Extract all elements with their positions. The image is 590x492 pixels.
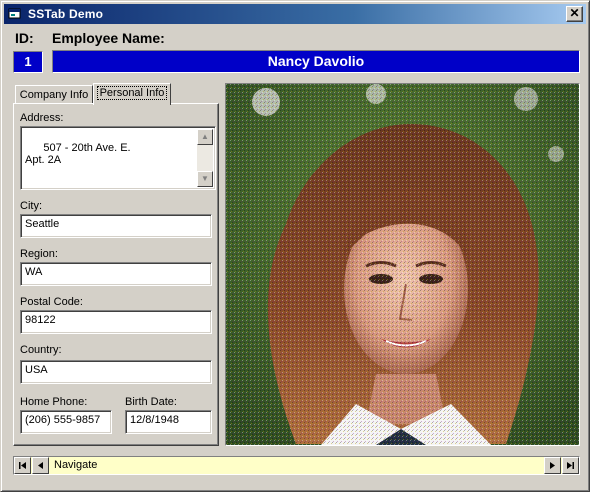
window-title: SSTab Demo <box>28 7 104 21</box>
home-phone-label: Home Phone: <box>20 396 88 408</box>
tab-company-info[interactable]: Company Info <box>15 85 93 105</box>
employee-photo-image <box>226 84 579 445</box>
personal-info-panel: Address: 507 - 20th Ave. E. Apt. 2A ▲ ▼ … <box>13 103 219 446</box>
city-label: City: <box>20 200 42 212</box>
next-record-icon <box>550 462 555 469</box>
previous-record-icon <box>38 462 43 469</box>
tab-personal-info-label: Personal Info <box>96 86 168 100</box>
scroll-down-icon[interactable]: ▼ <box>197 171 213 187</box>
employee-name-label: Employee Name: <box>52 30 165 46</box>
previous-record-button[interactable] <box>32 457 49 474</box>
tab-personal-info[interactable]: Personal Info <box>93 83 171 105</box>
employee-name-value: Nancy Davolio <box>52 50 580 73</box>
next-record-button[interactable] <box>544 457 561 474</box>
id-value: 1 <box>13 51 43 73</box>
navigator-caption: Navigate <box>54 459 98 471</box>
id-label: ID: <box>15 30 34 46</box>
tab-company-info-label: Company Info <box>19 89 89 101</box>
last-record-button[interactable] <box>562 457 579 474</box>
address-label: Address: <box>20 112 64 124</box>
country-label: Country: <box>20 344 62 356</box>
birth-date-field[interactable]: 12/8/1948 <box>125 410 212 434</box>
region-field[interactable]: WA <box>20 262 212 286</box>
scroll-up-icon[interactable]: ▲ <box>197 129 213 145</box>
region-label: Region: <box>20 248 58 260</box>
address-textarea[interactable]: 507 - 20th Ave. E. Apt. 2A ▲ ▼ <box>20 126 216 190</box>
city-field[interactable]: Seattle <box>20 214 212 238</box>
postal-code-field[interactable]: 98122 <box>20 310 212 334</box>
app-window: SSTab Demo ✕ ID: Employee Name: 1 Nancy … <box>0 0 590 492</box>
close-button[interactable]: ✕ <box>566 6 583 22</box>
country-field[interactable]: USA <box>20 360 212 384</box>
record-navigator: Navigate <box>13 456 580 475</box>
app-icon <box>8 8 21 19</box>
close-icon: ✕ <box>569 6 580 20</box>
first-record-button[interactable] <box>14 457 31 474</box>
last-record-icon <box>567 462 574 469</box>
home-phone-field[interactable]: (206) 555-9857 <box>20 410 112 434</box>
postal-code-label: Postal Code: <box>20 296 83 308</box>
address-scrollbar[interactable]: ▲ ▼ <box>197 129 213 187</box>
birth-date-label: Birth Date: <box>125 396 177 408</box>
employee-photo <box>225 83 580 446</box>
address-text: 507 - 20th Ave. E. Apt. 2A <box>25 142 131 166</box>
first-record-icon <box>19 462 26 469</box>
title-bar[interactable]: SSTab Demo ✕ <box>4 4 586 24</box>
